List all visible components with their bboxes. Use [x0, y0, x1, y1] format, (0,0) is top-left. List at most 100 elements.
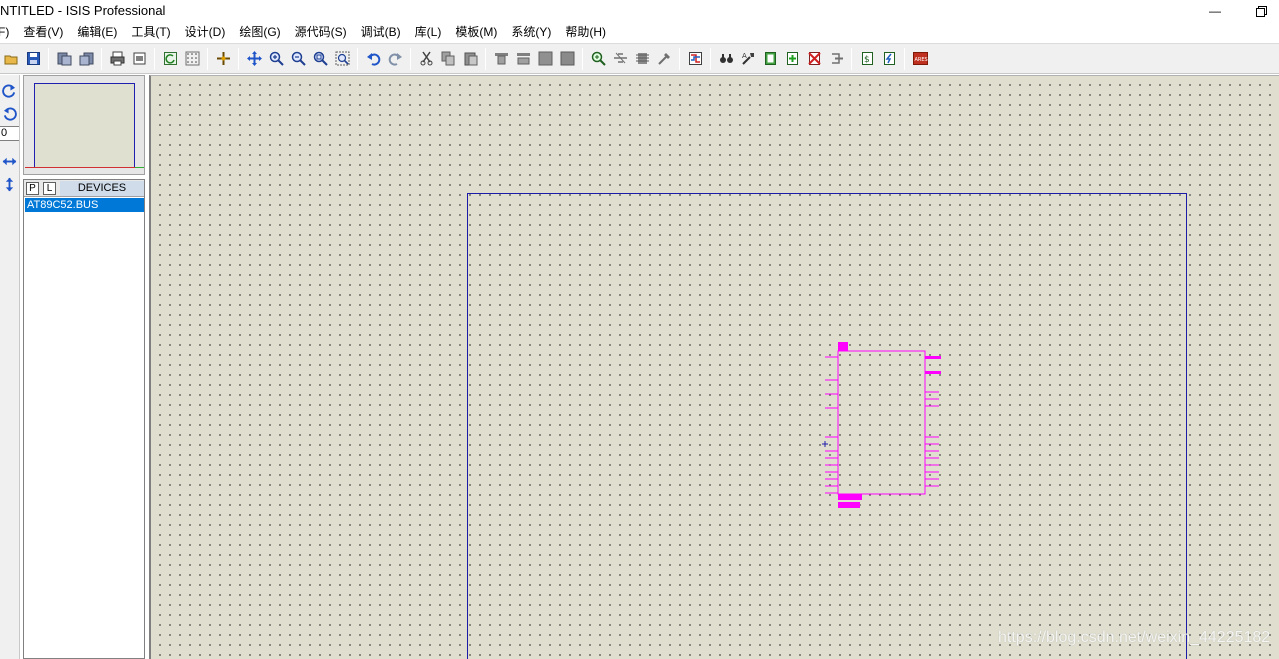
menu-item[interactable]: 源代码(S) [288, 22, 354, 43]
redo-icon [388, 53, 402, 66]
cut-button[interactable] [416, 48, 437, 69]
toolbar-separator [485, 47, 486, 70]
paste-icon [464, 52, 477, 66]
ares-netlist-button[interactable]: ARES [910, 48, 931, 69]
remove-sheet-button[interactable] [804, 48, 825, 69]
device-list-item[interactable]: AT89C52.BUS [25, 198, 144, 212]
device-list-title: DEVICES [60, 181, 144, 196]
mirror-horizontal-icon [2, 157, 16, 165]
new-sheet-button[interactable] [760, 48, 781, 69]
rotate-clockwise-icon [1, 83, 15, 98]
rotate-anticlockwise-icon [3, 106, 17, 121]
ares-label: ARES [914, 57, 927, 63]
copy-button[interactable] [438, 48, 459, 69]
mirror-vertical-button[interactable] [0, 174, 18, 194]
pick-devices-button[interactable]: P [26, 182, 39, 195]
origin-marker-icon [822, 441, 828, 447]
toolbar-separator [410, 47, 411, 70]
decompose-button[interactable] [654, 48, 675, 69]
decompose-icon [657, 53, 670, 65]
overview-window[interactable] [23, 75, 145, 175]
menu-item[interactable]: 设计(D) [178, 22, 233, 43]
origin-button[interactable] [213, 48, 234, 69]
block-move-button[interactable] [513, 48, 534, 69]
rotate-clockwise-button[interactable] [0, 80, 18, 100]
component-pin-block [838, 494, 862, 500]
open-icon [4, 55, 17, 65]
component-body [837, 350, 926, 495]
electrical-rule-check-button[interactable] [879, 48, 900, 69]
block-rotate-button[interactable] [535, 48, 556, 69]
rotation-angle-field[interactable]: 0 [0, 126, 19, 141]
block-delete-icon [560, 51, 574, 66]
menu-bar: F) 查看(V) 编辑(E) 工具(T) 设计(D) 绘图(G) 源代码(S) 调试(B) 库(… [0, 22, 1279, 43]
menu-item[interactable]: 模板(M) [448, 22, 504, 43]
schematic-canvas[interactable] [149, 75, 1279, 659]
wire-autorouter-button[interactable] [685, 48, 706, 69]
menu-item[interactable]: 编辑(E) [70, 22, 124, 43]
print-button[interactable] [107, 48, 128, 69]
menu-item[interactable]: F) [0, 22, 16, 43]
at89c52-component[interactable] [822, 340, 944, 512]
toolbar-separator [710, 47, 711, 70]
add-sheet-icon [786, 52, 798, 65]
component-pin-block [838, 502, 860, 508]
zoom-in-button[interactable] [266, 48, 287, 69]
overview-viewport[interactable] [34, 83, 135, 168]
menu-item[interactable]: 绘图(G) [232, 22, 287, 43]
undo-button[interactable] [363, 48, 384, 69]
menu-item[interactable]: 库(L) [408, 22, 449, 43]
property-tool-button[interactable]: A [738, 48, 759, 69]
component-pin-block [838, 342, 848, 351]
save-icon [26, 52, 40, 65]
zoom-all-button[interactable] [310, 48, 331, 69]
paste-button[interactable] [460, 48, 481, 69]
add-sheet-button[interactable] [782, 48, 803, 69]
mirror-horizontal-button[interactable] [0, 151, 18, 171]
toolbar-separator [154, 47, 155, 70]
menu-item[interactable]: 工具(T) [124, 22, 177, 43]
print-area-button[interactable] [129, 48, 150, 69]
grid-toggle-button[interactable] [182, 48, 203, 69]
minimize-button[interactable]: — [1192, 0, 1238, 22]
make-device-button[interactable] [610, 48, 631, 69]
exit-to-parent-button[interactable] [826, 48, 847, 69]
zoom-area-button[interactable] [332, 48, 353, 69]
print-area-icon [133, 52, 145, 65]
svg-text:$: $ [864, 55, 870, 65]
menu-item[interactable]: 调试(B) [354, 22, 408, 43]
save-button[interactable] [23, 48, 44, 69]
minimize-icon: — [1209, 4, 1221, 18]
redo-button[interactable] [385, 48, 406, 69]
block-delete-button[interactable] [557, 48, 578, 69]
export-section-button[interactable] [76, 48, 97, 69]
open-button[interactable] [1, 48, 22, 69]
pick-device-button[interactable] [588, 48, 609, 69]
search-tag-button[interactable] [716, 48, 737, 69]
pan-icon [246, 51, 262, 66]
origin-icon [216, 52, 230, 65]
packaging-tool-button[interactable] [632, 48, 653, 69]
toolbar-separator [904, 47, 905, 70]
block-copy-button[interactable] [491, 48, 512, 69]
toolbar-separator [357, 47, 358, 70]
remove-sheet-icon [807, 52, 821, 65]
bill-of-materials-button[interactable]: $ [857, 48, 878, 69]
toolbar-separator [582, 47, 583, 70]
zoom-out-button[interactable] [288, 48, 309, 69]
menu-item[interactable]: 帮助(H) [558, 22, 613, 43]
library-manager-button[interactable]: L [43, 182, 56, 195]
zoom-area-icon [335, 51, 349, 66]
rotate-anticlockwise-button[interactable] [0, 103, 18, 123]
menu-item[interactable]: 系统(Y) [504, 22, 558, 43]
import-section-button[interactable] [54, 48, 75, 69]
undo-icon [366, 53, 380, 66]
menu-item[interactable]: 查看(V) [16, 22, 70, 43]
restore-button[interactable] [1238, 0, 1279, 22]
component-pin-block [925, 371, 941, 374]
property-tool-icon: A [742, 52, 754, 65]
pan-button[interactable] [244, 48, 265, 69]
zoom-all-icon [313, 51, 328, 66]
refresh-button[interactable] [160, 48, 181, 69]
new-sheet-icon [764, 52, 776, 65]
